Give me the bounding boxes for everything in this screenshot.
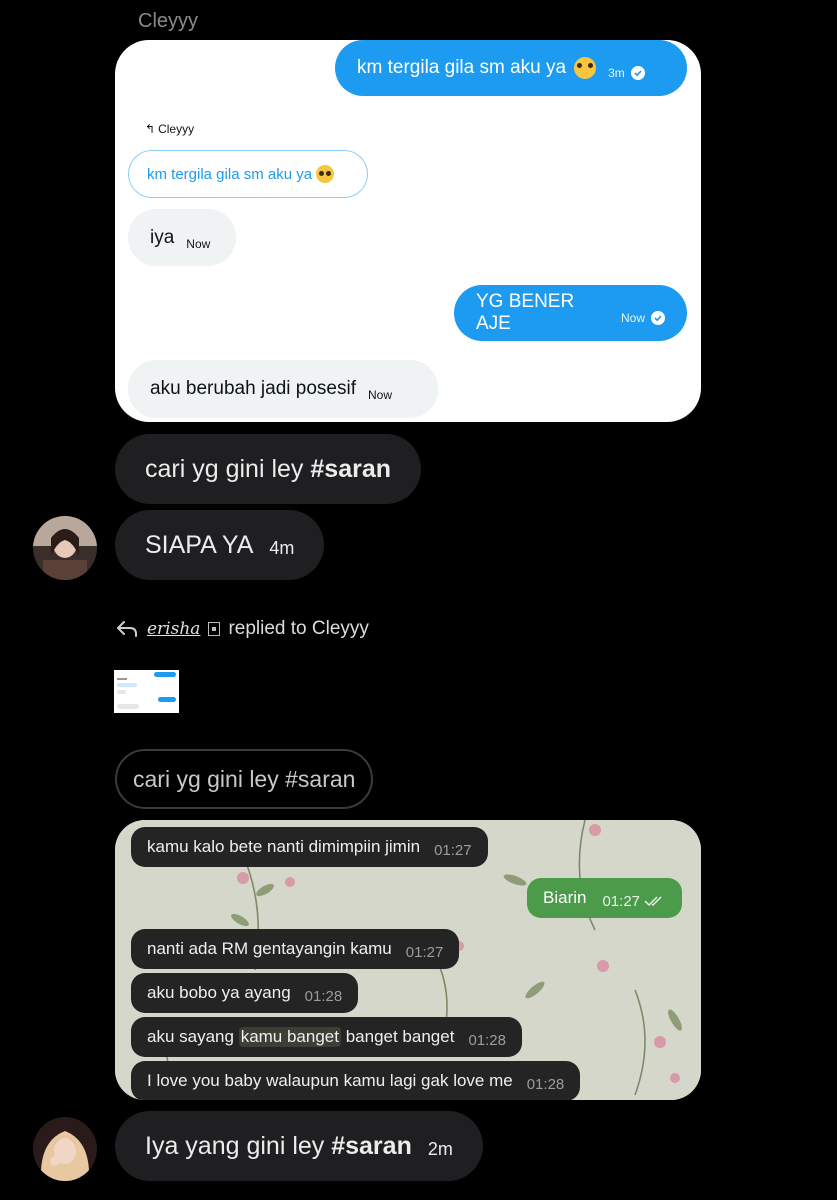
double-check-icon <box>644 896 662 907</box>
message-time: 01:27 <box>405 943 444 961</box>
message-text: YG BENER AJE <box>476 291 575 334</box>
highlighted-text: kamu banget <box>238 1027 341 1047</box>
incoming-message: I love you baby walaupun kamu lagi gak l… <box>131 1061 581 1100</box>
reply-label: ↰ Cleyyy <box>145 122 194 136</box>
message-time: Now <box>620 311 645 325</box>
message-meta: 01:27 <box>602 893 666 910</box>
reply-arrow-icon <box>117 621 137 637</box>
message-text: aku berubah jadi posesif <box>150 378 356 399</box>
incoming-message: aku sayang kamu banget banget banget 01:… <box>131 1017 522 1057</box>
reply-arrow-icon: ↰ <box>145 122 156 136</box>
pleading-face-emoji-icon <box>574 57 597 79</box>
message-text-part: banget banget <box>340 1027 455 1046</box>
reply-notice: erisha replied to Cleyyy <box>115 618 369 640</box>
incoming-message: aku bobo ya ayang 01:28 <box>131 973 359 1013</box>
message-text: cari yg gini ley <box>145 454 304 483</box>
message-text: I love you baby walaupun kamu lagi gak l… <box>147 1071 513 1090</box>
outgoing-message: Biarin 01:27 <box>527 878 683 918</box>
avatar-image <box>33 1117 97 1181</box>
message-text: kamu kalo bete nanti dimimpiin jimin <box>147 837 421 856</box>
chat-message[interactable]: SIAPA YA 4m <box>115 510 325 580</box>
message-time: 2m <box>427 1138 453 1159</box>
sender-name: Cleyyy <box>138 10 199 32</box>
quoted-message[interactable]: km tergila gila sm aku ya <box>128 150 368 198</box>
message-meta: Now <box>621 311 665 325</box>
message-text: Biarin <box>543 888 587 907</box>
message-text: aku bobo ya ayang <box>147 983 291 1002</box>
message-text: nanti ada RM gentayangin kamu <box>147 939 392 958</box>
reply-notice-text: replied to Cleyyy <box>228 618 369 639</box>
hashtag[interactable]: #saran <box>310 455 391 484</box>
message-time: Now <box>186 236 211 251</box>
incoming-message: aku berubah jadi posesif Now <box>128 360 438 418</box>
message-time: 01:27 <box>434 841 472 859</box>
reply-username[interactable]: erisha <box>147 619 200 639</box>
message-time: 01:28 <box>526 1075 565 1093</box>
quoted-text: km tergila gila sm aku ya <box>147 165 313 183</box>
message-text: Iya yang gini ley <box>145 1131 332 1160</box>
chat-message[interactable]: Iya yang gini ley #saran 2m <box>115 1111 483 1181</box>
incoming-message: kamu kalo bete nanti dimimpiin jimin 01:… <box>131 827 488 867</box>
message-time: 01:27 <box>602 892 641 910</box>
message-text: iya <box>150 226 175 248</box>
sent-check-icon <box>651 311 665 325</box>
avatar[interactable] <box>33 1117 97 1181</box>
message-time: 01:28 <box>468 1031 506 1049</box>
incoming-message: iya Now <box>128 209 236 266</box>
sent-check-icon <box>630 66 645 80</box>
message-time: 3m <box>608 66 625 80</box>
thumbnail-image <box>114 670 179 713</box>
message-time: 4m <box>269 537 295 558</box>
message-text: km tergila gila sm aku ya <box>357 57 567 78</box>
pleading-face-emoji-icon <box>316 165 335 183</box>
incoming-message: nanti ada RM gentayangin kamu 01:27 <box>131 929 460 969</box>
hashtag[interactable]: #saran <box>331 1132 412 1161</box>
screenshot-card-whatsapp[interactable]: kamu kalo bete nanti dimimpiin jimin 01:… <box>115 820 701 1100</box>
reply-to-name: Cleyyy <box>158 122 195 136</box>
chat-message[interactable]: cari yg gini ley #saran <box>115 434 422 504</box>
outgoing-message: YG BENER AJE Now <box>454 285 687 341</box>
screenshot-card-twitter[interactable]: km tergila gila sm aku ya 3m ↰ Cleyyy km… <box>115 40 701 422</box>
message-time: Now <box>367 388 392 402</box>
quoted-reply-text: cari yg gini ley #saran <box>133 765 356 792</box>
avatar-image <box>33 516 97 580</box>
avatar[interactable] <box>33 516 97 580</box>
quoted-reply[interactable]: cari yg gini ley #saran <box>115 749 374 809</box>
message-meta: 3m <box>608 66 645 80</box>
outgoing-message: km tergila gila sm aku ya 3m <box>335 40 687 96</box>
message-time: 01:28 <box>304 987 343 1005</box>
message-text-part: aku sayang <box>147 1027 239 1046</box>
message-text: SIAPA YA <box>145 530 254 559</box>
attachment-thumbnail[interactable] <box>114 670 179 713</box>
badge-icon <box>208 622 221 636</box>
